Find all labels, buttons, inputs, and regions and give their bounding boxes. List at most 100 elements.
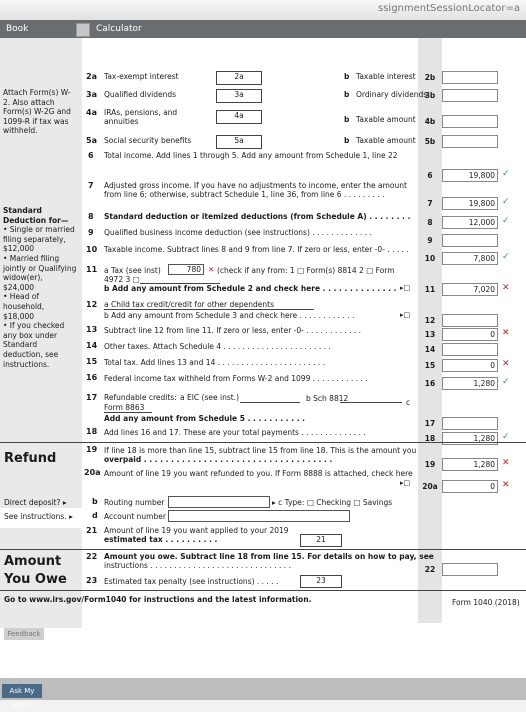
ira-pensions-box[interactable]: 4a (216, 110, 262, 124)
line-12-field[interactable] (442, 314, 498, 327)
arrow-checkbox-icon[interactable]: ▸□ (400, 284, 410, 292)
tax-exempt-interest-box[interactable]: 2a (216, 71, 262, 85)
tax-input[interactable]: 780 (168, 264, 204, 275)
line-number: 22 (86, 552, 98, 561)
feedback-button[interactable]: Feedback (4, 628, 44, 640)
routing-number-input[interactable] (168, 496, 270, 508)
correct-check-icon: ✓ (502, 169, 510, 179)
savings-checkbox[interactable]: □ (353, 498, 360, 507)
line-number: 11 (86, 265, 98, 274)
refund-heading: Refund (4, 451, 57, 466)
taxable-interest-field[interactable] (442, 71, 498, 84)
qbi-deduction-field[interactable] (442, 234, 498, 247)
incorrect-x-icon: ✕ (502, 283, 510, 293)
line-number: 4a (86, 108, 97, 117)
arrow-checkbox-icon[interactable]: ▸□ (400, 311, 410, 319)
sd-line: $24,000 (3, 282, 35, 292)
attach-line: 1099-R if tax was (3, 116, 69, 126)
line-label: Tax-exempt interest (104, 72, 179, 81)
see-instructions-text: See instructions. (4, 512, 67, 521)
line-label: instructions . . . . . . . . . . . . . .… (104, 561, 291, 570)
sch8812-underline (340, 402, 402, 403)
see-instructions-label: See instructions. ▸ (4, 512, 73, 521)
checking-checkbox[interactable]: □ (307, 498, 314, 507)
line-number: 19 (86, 445, 98, 454)
ask-my-work-button[interactable]: Ask My Work (2, 684, 42, 709)
line-13-field[interactable]: 0 (442, 328, 498, 341)
direct-deposit-text: Direct deposit? (4, 498, 61, 507)
line-label: Estimated tax penalty (see instructions)… (104, 577, 279, 586)
withholding-field[interactable]: 1,280 (442, 377, 498, 390)
amount-owed-field[interactable] (442, 563, 498, 576)
refund-amount-field[interactable]: 0 (442, 480, 498, 493)
line-number: 10 (86, 245, 98, 254)
line-label: estimated tax . . . . . . . . . . (104, 535, 218, 544)
account-type-group: ▸ c Type: □ Checking □ Savings (272, 498, 393, 507)
line-number: 20a (84, 468, 101, 477)
b-label: b (344, 136, 350, 145)
line-number: 5a (86, 136, 97, 145)
agi-field[interactable]: 19,800 (442, 197, 498, 210)
calculator-icon[interactable] (76, 23, 90, 37)
applied-estimated-tax-box[interactable]: 21 (300, 534, 342, 547)
deduction-field[interactable]: 12,000 (442, 216, 498, 229)
total-income-field[interactable]: 19,800 (442, 169, 498, 182)
line-label: a EIC (see inst.) (180, 393, 239, 402)
social-security-taxable-field[interactable] (442, 135, 498, 148)
social-security-box[interactable]: 5a (216, 135, 262, 149)
line-number: 3a (86, 90, 97, 99)
line-number: 23 (86, 576, 98, 585)
taxable-income-field[interactable]: 7,800 (442, 252, 498, 265)
line-label: Subtract line 12 from line 11. If zero o… (104, 326, 362, 335)
line-label: Amount you owe. Subtract line 18 from li… (104, 552, 434, 561)
box-label: 2a (234, 72, 244, 81)
line-label: Add lines 16 and 17. These are your tota… (104, 428, 366, 437)
ordinary-dividends-field[interactable] (442, 89, 498, 102)
account-number-input[interactable] (168, 510, 350, 522)
bottom-bar (0, 678, 526, 700)
total-payments-field[interactable]: 1,280 (442, 432, 498, 445)
correct-check-icon: ✓ (502, 252, 510, 262)
correct-check-icon: ✓ (502, 432, 510, 442)
line-label: Qualified business income deduction (see… (104, 228, 372, 237)
book-button[interactable]: Book (6, 24, 28, 34)
savings-label: Savings (362, 498, 393, 507)
other-taxes-field[interactable] (442, 343, 498, 356)
column-number: 8 (427, 218, 433, 227)
line-label: Form 8863 (104, 403, 145, 412)
child-credit-underline (104, 309, 314, 310)
section-divider (0, 590, 526, 591)
line-label: a Child tax credit/credit for other depe… (104, 300, 274, 309)
sd-line: deduction, see (3, 349, 59, 359)
sd-line: • If you checked (3, 321, 65, 331)
refundable-credits-field[interactable] (442, 417, 498, 430)
line-11-tax-field[interactable]: 7,020 (442, 283, 498, 296)
column-number: 9 (427, 236, 433, 245)
ira-taxable-field[interactable] (442, 115, 498, 128)
sd-line: Standard (3, 340, 38, 350)
incorrect-x-icon: ✕ (502, 480, 510, 490)
line-label: Adjusted gross income. If you have no ad… (104, 181, 407, 190)
total-tax-field[interactable]: 0 (442, 359, 498, 372)
qualified-dividends-box[interactable]: 3a (216, 89, 262, 103)
line-number: 21 (86, 526, 98, 535)
line-label: c (406, 398, 411, 407)
arrow-checkbox-icon[interactable]: ▸□ (400, 479, 410, 487)
sd-line: Standard (3, 206, 42, 215)
b-label: b (344, 115, 350, 124)
line-label: Standard deduction or itemized deduction… (104, 212, 411, 221)
line-label: annuities (104, 117, 139, 126)
sd-line: $12,000 (3, 244, 35, 254)
overpaid-field[interactable]: 1,280 (442, 458, 498, 471)
column-number: 13 (424, 330, 436, 339)
sd-line: any box under (3, 330, 58, 340)
form8863-underline (104, 412, 152, 413)
line-label: Qualified dividends (104, 90, 177, 99)
column-number: 14 (424, 345, 436, 354)
box-label: 21 (316, 535, 326, 544)
box-label: 23 (316, 576, 326, 585)
calculator-button[interactable]: Calculator (96, 24, 142, 34)
estimated-penalty-box[interactable]: 23 (300, 575, 342, 588)
line-label: b Add any amount from Schedule 3 and che… (104, 311, 355, 320)
irs-instructions-link[interactable]: Go to www.irs.gov/Form1040 for instructi… (4, 595, 311, 604)
